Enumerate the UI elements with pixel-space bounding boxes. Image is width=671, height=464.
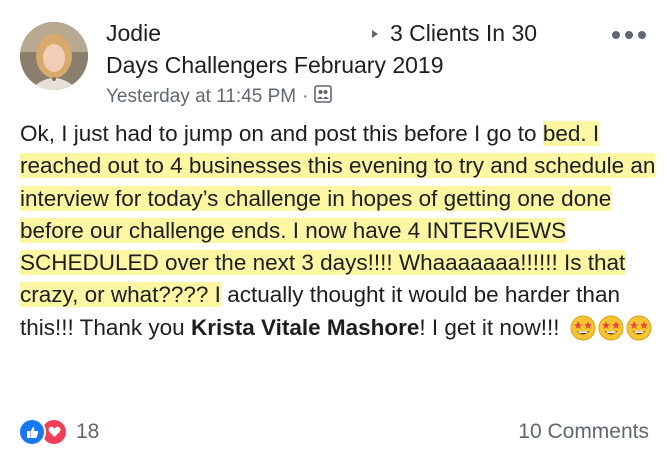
post-text-intro: Ok, I just had to jump on and post this …	[20, 121, 537, 146]
post-text-ending: ! I get it now!!!	[419, 314, 560, 340]
comments-count-link[interactable]: 10 Comments	[518, 420, 649, 444]
emoji-group	[570, 315, 652, 341]
group-icon	[314, 85, 333, 109]
star-struck-emoji-icon	[598, 315, 624, 341]
group-name-continued[interactable]: Days Challengers February 2019	[106, 52, 444, 79]
highlighted-text: bed. I reached out to 4 businesses this …	[20, 121, 656, 308]
avatar[interactable]	[20, 22, 88, 90]
meta-separator: ·	[302, 86, 309, 107]
post-meta: Yesterday at 11:45 PM ·	[106, 85, 333, 109]
shared-to-arrow-icon	[372, 30, 378, 38]
group-name[interactable]: 3 Clients In 30	[390, 20, 537, 47]
star-struck-emoji-icon	[570, 315, 596, 341]
mention-link[interactable]: Krista Vitale Mashore	[191, 315, 419, 340]
reactions-summary[interactable]: 18	[18, 418, 99, 446]
post-body: Ok, I just had to jump on and post this …	[20, 118, 660, 344]
like-icon	[18, 418, 46, 446]
star-struck-emoji-icon	[626, 315, 652, 341]
timestamp[interactable]: Yesterday at 11:45 PM	[106, 86, 296, 108]
more-options-icon[interactable]	[612, 20, 646, 50]
facebook-post: Jodie 3 Clients In 30 Days Challengers F…	[0, 0, 671, 464]
author-name[interactable]: Jodie	[106, 20, 161, 47]
reaction-count: 18	[76, 420, 100, 443]
